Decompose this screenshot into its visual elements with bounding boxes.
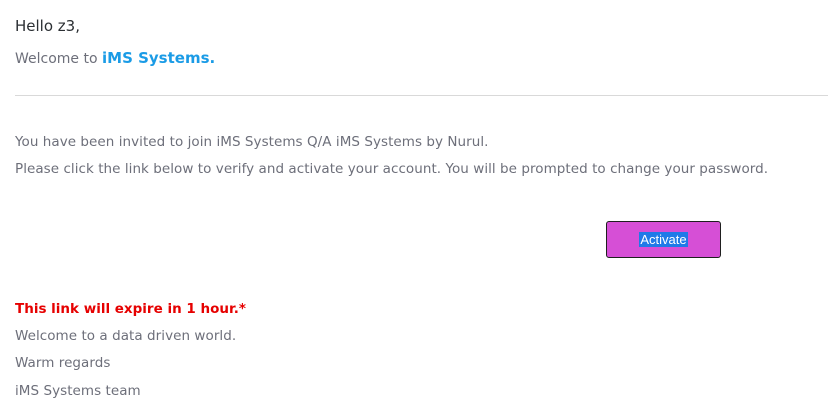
welcome-prefix: Welcome to <box>15 51 102 67</box>
expire-notice: This link will expire in 1 hour.* <box>15 301 246 317</box>
signature-text: iMS Systems team <box>15 383 141 399</box>
activate-button[interactable]: Activate <box>606 221 721 258</box>
greeting-text: Hello z3, <box>15 17 80 35</box>
tagline-text: Welcome to a data driven world. <box>15 328 237 344</box>
divider <box>15 95 828 96</box>
instruction-text: Please click the link below to verify an… <box>15 161 769 177</box>
brand-name: iMS Systems. <box>102 49 216 67</box>
welcome-line: Welcome to iMS Systems. <box>15 49 215 67</box>
activate-button-label: Activate <box>639 232 688 247</box>
regards-text: Warm regards <box>15 355 111 371</box>
invite-text: You have been invited to join iMS System… <box>15 134 489 150</box>
